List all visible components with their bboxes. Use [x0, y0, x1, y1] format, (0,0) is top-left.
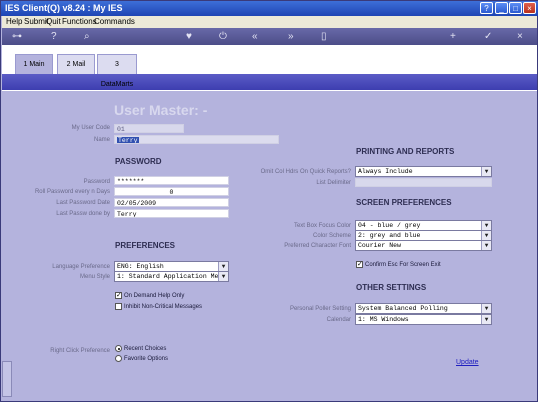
menu-bar: Help Submit Quit Functions Commands — [2, 16, 537, 28]
chevron-down-icon[interactable]: ▼ — [481, 221, 491, 230]
confirm-esc-label: Confirm Esc For Screen Exit — [365, 262, 441, 268]
help-button[interactable]: ? — [480, 2, 493, 14]
page-title: User Master: - — [114, 102, 208, 118]
side-panel-handle[interactable] — [2, 361, 12, 397]
password-label: Password — [83, 179, 110, 185]
heart-icon[interactable]: ♥ — [186, 31, 192, 42]
poller-value: System Balanced Polling — [358, 305, 448, 312]
calendar-value: 1: MS Windows — [358, 316, 409, 323]
focus-color-value: 04 - blue / grey — [358, 222, 421, 229]
char-font-label: Preferred Character Font — [284, 243, 351, 249]
on-demand-help-label: On Demand Help Only — [124, 293, 185, 299]
poller-select[interactable]: System Balanced Polling ▼ — [355, 303, 492, 314]
chevron-down-icon[interactable]: ▼ — [481, 315, 491, 324]
calendar-label: Calendar — [326, 317, 351, 323]
maximize-button[interactable]: □ — [509, 2, 522, 14]
password-section-title: PASSWORD — [115, 157, 162, 166]
name-label: Name — [93, 137, 110, 143]
document-icon[interactable]: ▯ — [321, 31, 327, 42]
char-font-value: Courier New — [358, 242, 401, 249]
menu-help[interactable]: Help — [6, 17, 22, 26]
other-section-title: OTHER SETTINGS — [356, 283, 427, 292]
last-password-by-label: Last Passw done by — [56, 211, 110, 217]
chevron-down-icon[interactable]: ▼ — [218, 262, 228, 271]
recent-choices-label: Recent Choices — [124, 346, 167, 352]
tab-band — [2, 74, 537, 90]
chevron-down-icon[interactable]: ▼ — [481, 304, 491, 313]
password-field[interactable]: ******* — [114, 176, 229, 185]
close-icon[interactable]: × — [517, 31, 523, 42]
plus-icon[interactable]: + — [450, 31, 456, 42]
poller-label: Personal Poller Setting — [289, 306, 351, 312]
help-icon[interactable]: ? — [51, 31, 57, 42]
on-demand-help-checkbox[interactable]: ✓ — [115, 292, 122, 299]
favorite-options-label: Favorite Options — [124, 356, 169, 362]
screen-section-title: SCREEN PREFERENCES — [356, 198, 452, 207]
preferences-section-title: PREFERENCES — [115, 241, 176, 250]
menu-style-value: 1: Standard Application Men — [117, 273, 223, 280]
app-window: IES Client(Q) v8.24 : My IES ? _ □ × Hel… — [0, 0, 538, 402]
chevron-down-icon[interactable]: ▼ — [481, 167, 491, 176]
last-password-date-field[interactable]: 02/05/2009 — [114, 198, 229, 207]
roll-password-label: Roll Password every n Days — [34, 189, 110, 195]
toolbar: ⊶ ? ⌕ ♥ ⏻ « » ▯ + ✓ × — [2, 28, 537, 45]
list-delimiter-field — [355, 178, 492, 187]
calendar-select[interactable]: 1: MS Windows ▼ — [355, 314, 492, 325]
tab-datamarts[interactable]: 3 DataMarts — [97, 54, 137, 88]
language-label: Language Preference — [52, 264, 110, 270]
menu-functions[interactable]: Functions — [62, 17, 97, 26]
inhibit-messages-label: Inhibit Non-Critical Messages — [124, 304, 203, 310]
title-bar: IES Client(Q) v8.24 : My IES ? _ □ × — [1, 1, 538, 16]
tab-mail[interactable]: 2 Mail — [57, 54, 95, 74]
omit-col-hdrs-select[interactable]: Always Include ▼ — [355, 166, 492, 177]
last-password-date-label: Last Password Date — [56, 200, 110, 206]
language-value: ENG: English — [117, 263, 164, 270]
key-icon[interactable]: ⊶ — [12, 31, 22, 42]
confirm-esc-checkbox[interactable]: ✓ — [356, 261, 363, 268]
recent-choices-radio[interactable] — [115, 345, 122, 352]
chevron-down-icon[interactable]: ▼ — [481, 241, 491, 250]
list-delimiter-label: List Delimiter — [316, 180, 351, 186]
menu-style-label: Menu Style — [79, 274, 110, 280]
last-password-by-field[interactable]: Terry — [114, 209, 229, 218]
favorite-options-radio[interactable] — [115, 355, 122, 362]
check-icon[interactable]: ✓ — [484, 31, 492, 42]
omit-col-hdrs-value: Always Include — [358, 168, 413, 175]
focus-color-label: Text Box Focus Color — [293, 223, 351, 229]
menu-style-select[interactable]: 1: Standard Application Men ▼ — [114, 271, 229, 282]
color-scheme-value: 2: grey and blue — [358, 232, 421, 239]
user-code-field: 01 — [114, 124, 184, 133]
rewind-icon[interactable]: « — [252, 31, 258, 42]
fast-forward-icon[interactable]: » — [288, 31, 294, 42]
color-scheme-label: Color Scheme — [312, 233, 351, 239]
char-font-select[interactable]: Courier New ▼ — [355, 240, 492, 251]
update-link[interactable]: Update — [456, 359, 479, 366]
power-icon[interactable]: ⏻ — [219, 31, 227, 42]
name-field[interactable]: Terry — [114, 135, 279, 144]
omit-col-hdrs-label: Omit Col Hdrs On Quick Reports? — [260, 169, 351, 175]
menu-commands[interactable]: Commands — [94, 17, 135, 26]
chevron-down-icon[interactable]: ▼ — [218, 272, 228, 281]
menu-quit[interactable]: Quit — [46, 17, 61, 26]
name-value: Terry — [117, 137, 139, 144]
chevron-down-icon[interactable]: ▼ — [481, 231, 491, 240]
user-code-label: My User Code — [71, 125, 110, 131]
window-title: IES Client(Q) v8.24 : My IES — [5, 3, 123, 13]
right-click-label: Right Click Preference — [50, 348, 110, 354]
tab-main[interactable]: 1 Main — [15, 54, 53, 74]
search-icon[interactable]: ⌕ — [84, 31, 90, 42]
printing-section-title: PRINTING AND REPORTS — [356, 147, 455, 156]
close-button[interactable]: × — [523, 2, 536, 14]
roll-password-field[interactable]: 0 — [114, 187, 229, 196]
inhibit-messages-checkbox[interactable] — [115, 303, 122, 310]
minimize-button[interactable]: _ — [495, 2, 508, 14]
